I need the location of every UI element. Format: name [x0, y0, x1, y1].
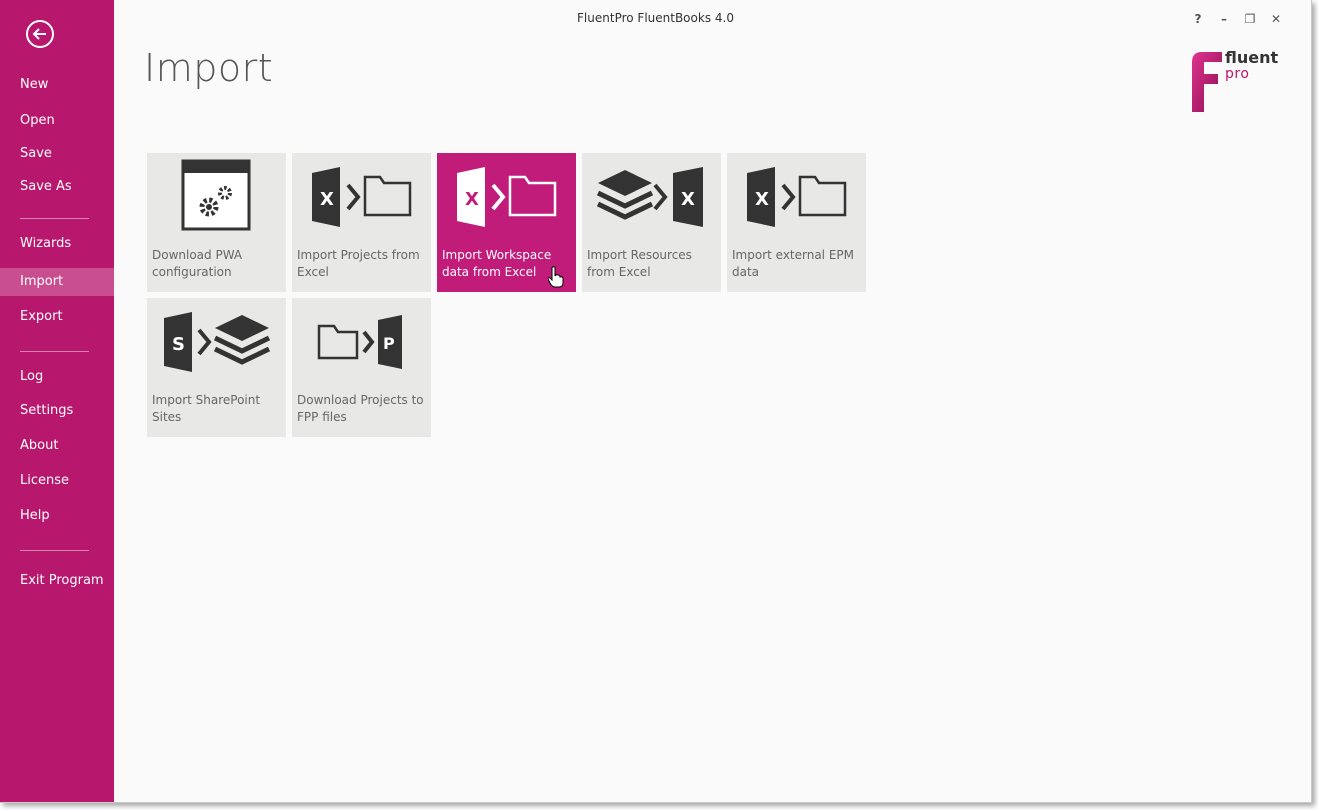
- tile-label: Import Projects from Excel: [297, 248, 420, 279]
- page-title: Import: [144, 46, 274, 90]
- nav-settings[interactable]: Settings: [0, 397, 114, 425]
- tile-label: Import SharePoint Sites: [152, 393, 261, 424]
- tile-import-projects-from-excel[interactable]: X Import Projects from Excel: [292, 153, 431, 292]
- svg-text:X: X: [320, 189, 334, 210]
- help-button[interactable]: ?: [1185, 11, 1211, 27]
- tile-import-resources-from-excel[interactable]: X Import Resources from Excel: [582, 153, 721, 292]
- nav-export[interactable]: Export: [0, 303, 114, 331]
- nav-save-as[interactable]: Save As: [0, 173, 114, 201]
- tile-label: Download Projects to FPP files: [297, 393, 424, 424]
- nav-divider: [20, 218, 89, 219]
- close-button[interactable]: ✕: [1263, 11, 1289, 27]
- excel-to-folder-icon: X: [457, 167, 557, 227]
- excel-to-folder-icon: X: [312, 167, 412, 227]
- app-window: New Open Save Save As Wizards Import Exp…: [0, 0, 1312, 803]
- svg-text:S: S: [172, 334, 185, 355]
- minimize-button[interactable]: –: [1211, 11, 1237, 27]
- tile-download-projects-to-fpp-files[interactable]: P Download Projects to FPP files: [292, 298, 431, 437]
- svg-text:P: P: [383, 334, 395, 353]
- logo-line1: fluent: [1225, 48, 1279, 67]
- logo-line2: pro: [1225, 66, 1250, 82]
- nav-import[interactable]: Import: [0, 268, 114, 296]
- tile-import-sharepoint-sites[interactable]: S Import SharePoint Sites: [147, 298, 286, 437]
- logo-wordmark: fluent pro: [1225, 48, 1279, 83]
- svg-text:X: X: [755, 189, 769, 210]
- tile-label: Import Resources from Excel: [587, 248, 692, 279]
- tile-label: Download PWA configuration: [152, 248, 243, 279]
- tile-import-external-epm-data[interactable]: X Import external EPM data: [727, 153, 866, 292]
- nav-license[interactable]: License: [0, 467, 114, 495]
- svg-text:X: X: [465, 189, 479, 210]
- nav-divider: [20, 351, 89, 352]
- excel-to-folder-icon: X: [747, 167, 847, 227]
- arrow-left-circle-icon: [32, 28, 46, 40]
- hand-pointer-icon: [548, 266, 564, 288]
- layers-to-excel-icon: X: [596, 167, 703, 227]
- nav-save[interactable]: Save: [0, 140, 114, 168]
- restore-button[interactable]: ❐: [1237, 11, 1263, 27]
- nav-open[interactable]: Open: [0, 107, 114, 135]
- nav-log[interactable]: Log: [0, 363, 114, 391]
- sharepoint-to-layers-icon: S: [164, 312, 271, 372]
- pwa-settings-icon: [181, 159, 251, 231]
- window-controls: ? – ❐ ✕: [1185, 11, 1289, 27]
- nav-about[interactable]: About: [0, 432, 114, 460]
- tile-import-workspace-data-from-excel[interactable]: X Import Workspace data from Excel: [437, 153, 576, 292]
- nav-wizards[interactable]: Wizards: [0, 230, 114, 258]
- tile-label: Import external EPM data: [732, 248, 855, 279]
- nav-help[interactable]: Help: [0, 502, 114, 530]
- folder-to-project-icon: P: [317, 315, 402, 369]
- tile-download-pwa-configuration[interactable]: Download PWA configuration: [147, 153, 286, 292]
- nav-divider: [20, 550, 89, 551]
- nav-new[interactable]: New: [0, 71, 114, 99]
- window-title: FluentPro FluentBooks 4.0: [577, 11, 734, 25]
- sidebar: New Open Save Save As Wizards Import Exp…: [0, 0, 114, 802]
- svg-text:X: X: [681, 189, 695, 210]
- nav-exit-program[interactable]: Exit Program: [0, 567, 114, 595]
